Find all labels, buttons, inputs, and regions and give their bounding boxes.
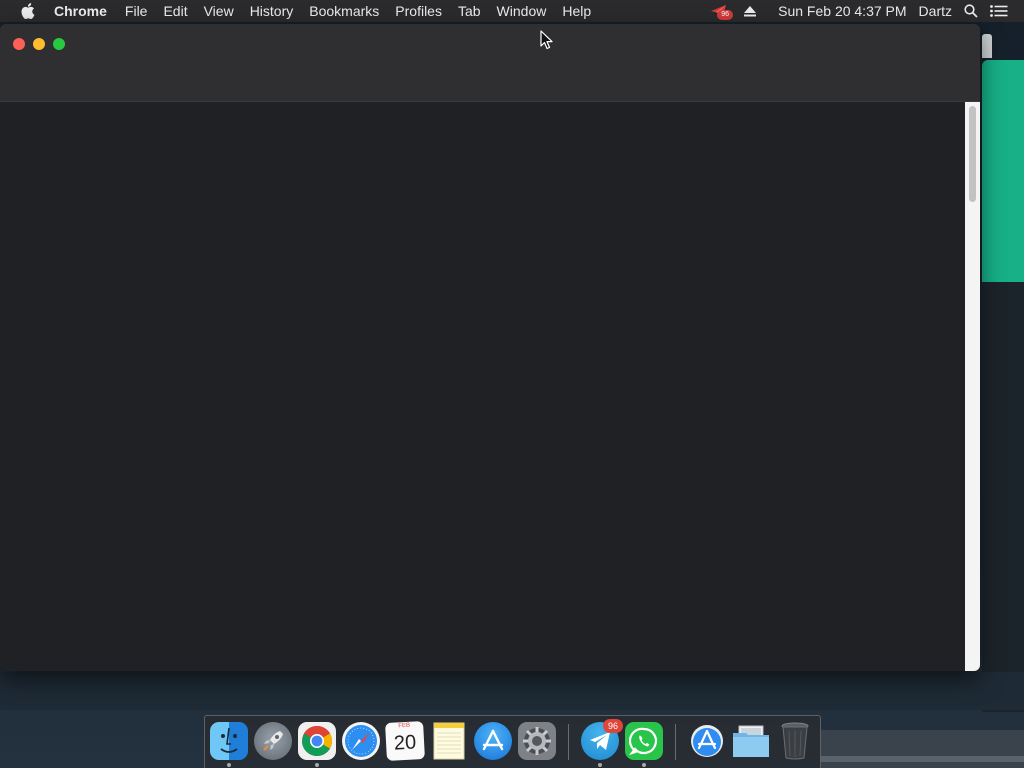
whatsapp-running-indicator	[642, 763, 646, 767]
background-window[interactable]	[982, 60, 1024, 282]
notification-status-icon[interactable]: 96	[706, 0, 734, 22]
safari-icon[interactable]	[342, 722, 380, 760]
menu-bookmarks[interactable]: Bookmarks	[301, 0, 387, 22]
downloads-folder-icon[interactable]	[732, 722, 770, 760]
menu-profiles[interactable]: Profiles	[387, 0, 450, 22]
dock: FEB 20 96	[204, 715, 821, 768]
minimize-window-button[interactable]	[33, 38, 45, 50]
menu-extras: 96 Sun Feb 20 4:37 PM Dartz	[706, 0, 1024, 22]
background-window-bottom	[820, 730, 1024, 768]
finder-icon[interactable]	[210, 722, 248, 760]
vertical-scrollbar[interactable]	[965, 102, 980, 671]
chrome-running-indicator	[315, 763, 319, 767]
browser-window	[0, 24, 980, 671]
telegram-badge: 96	[603, 719, 623, 733]
zoom-window-button[interactable]	[53, 38, 65, 50]
menu-help[interactable]: Help	[554, 0, 599, 22]
menu-edit[interactable]: Edit	[155, 0, 195, 22]
applications-folder-icon[interactable]	[688, 722, 726, 760]
system-preferences-icon[interactable]	[518, 722, 556, 760]
menu-bar: Chrome File Edit View History Bookmarks …	[0, 0, 1024, 22]
background-window-edge	[982, 34, 992, 58]
notification-badge: 96	[717, 10, 734, 20]
desktop-strip	[0, 672, 1024, 710]
clock[interactable]: Sun Feb 20 4:37 PM	[772, 0, 912, 22]
notes-icon[interactable]	[430, 722, 468, 760]
chrome-icon[interactable]	[298, 722, 336, 760]
spotlight-search-icon[interactable]	[958, 0, 984, 22]
calendar-day: 20	[393, 731, 417, 755]
menu-history[interactable]: History	[242, 0, 302, 22]
trash-icon[interactable]	[776, 722, 814, 760]
dock-separator-2	[675, 724, 676, 760]
mouse-cursor-icon	[540, 30, 554, 50]
window-titlebar[interactable]	[0, 24, 980, 102]
menu-tab[interactable]: Tab	[450, 0, 489, 22]
finder-running-indicator	[227, 763, 231, 767]
calendar-month: FEB	[398, 722, 411, 730]
scrollbar-thumb[interactable]	[969, 106, 976, 202]
eject-icon[interactable]	[740, 0, 760, 22]
background-window-lower	[982, 282, 1024, 712]
launchpad-icon[interactable]	[254, 722, 292, 760]
calendar-icon[interactable]: FEB 20	[385, 721, 425, 761]
close-window-button[interactable]	[13, 38, 25, 50]
whatsapp-icon[interactable]	[625, 722, 663, 760]
page-content[interactable]	[0, 102, 965, 671]
telegram-running-indicator	[598, 763, 602, 767]
user-menu[interactable]: Dartz	[913, 0, 958, 22]
apple-menu-icon[interactable]	[21, 3, 35, 19]
menu-app-name[interactable]: Chrome	[49, 0, 117, 22]
dock-separator	[568, 724, 569, 760]
menu-window[interactable]: Window	[489, 0, 555, 22]
menu-file[interactable]: File	[117, 0, 156, 22]
notification-center-icon[interactable]	[984, 0, 1014, 22]
app-store-icon[interactable]	[474, 722, 512, 760]
menu-view[interactable]: View	[196, 0, 242, 22]
